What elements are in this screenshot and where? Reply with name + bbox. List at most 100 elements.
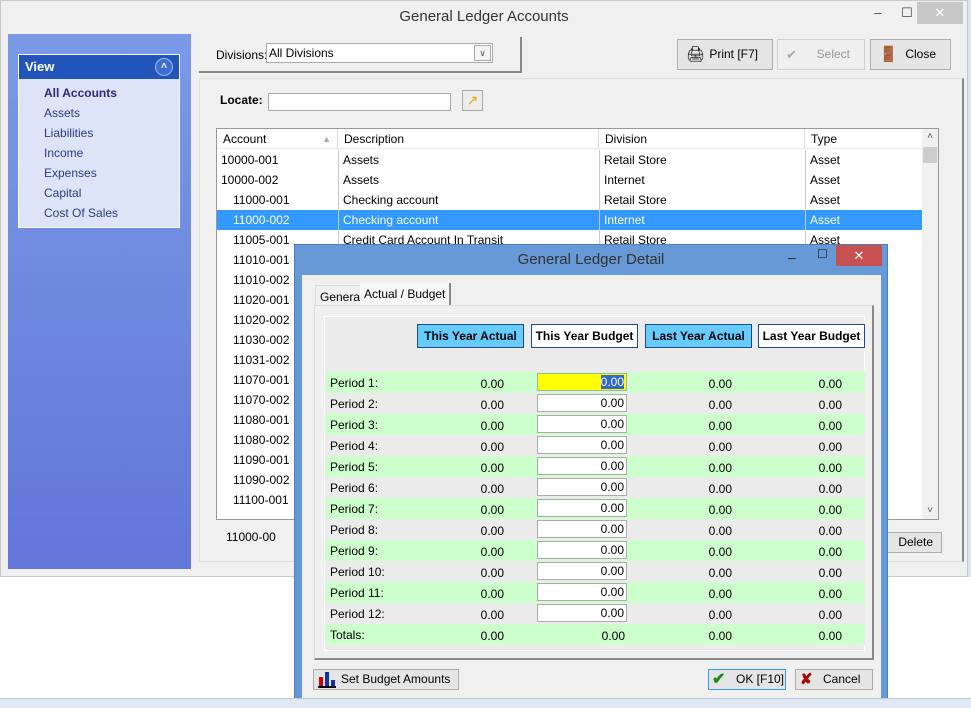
- this-year-actual-value: 0.00: [480, 545, 504, 559]
- this-year-budget-input[interactable]: 0.00: [537, 436, 627, 454]
- this-year-actual-value: 0.00: [480, 377, 504, 391]
- dialog-minimize-button[interactable]: –: [788, 249, 796, 265]
- last-year-actual-value: 0.00: [708, 566, 732, 580]
- printer-icon: 🖨: [686, 46, 706, 63]
- last-year-budget-value: 0.00: [818, 629, 842, 643]
- cell-type: Asset: [805, 190, 923, 210]
- this-year-actual-button[interactable]: This Year Actual: [417, 324, 524, 348]
- cancel-button[interactable]: ✘ Cancel: [795, 669, 873, 690]
- period-label: Period 6:: [330, 481, 379, 495]
- this-year-actual-value: 0.00: [480, 566, 504, 580]
- collapse-icon[interactable]: ˄: [155, 58, 173, 76]
- last-year-budget-value: 0.00: [818, 461, 842, 475]
- cell-division: Internet: [599, 170, 805, 190]
- minimize-button[interactable]: –: [865, 2, 891, 24]
- close-label: Close: [905, 47, 936, 61]
- column-header-account[interactable]: Account ▲: [217, 129, 338, 149]
- sidebar-item-liabilities[interactable]: Liabilities: [19, 123, 179, 143]
- this-year-budget-input[interactable]: 0.00: [537, 562, 627, 580]
- door-icon: 🚪: [879, 46, 898, 63]
- this-year-budget-input[interactable]: 0.00: [537, 373, 627, 391]
- x-icon: ✘: [800, 671, 813, 688]
- column-header-division[interactable]: Division: [599, 129, 805, 149]
- last-year-budget-button[interactable]: Last Year Budget: [758, 324, 865, 348]
- last-year-budget-value: 0.00: [818, 545, 842, 559]
- divisions-select[interactable]: All Divisions ∨: [266, 43, 493, 63]
- period-row: Period 8: 0.00 0.00 0.00 0.00: [325, 519, 865, 540]
- period-label: Period 12:: [330, 607, 385, 621]
- scroll-thumb[interactable]: [923, 147, 937, 163]
- close-window-button[interactable]: ✕: [917, 2, 963, 24]
- this-year-budget-input[interactable]: 0.00: [537, 604, 627, 622]
- last-year-budget-value: 0.00: [818, 524, 842, 538]
- last-year-budget-value: 0.00: [818, 503, 842, 517]
- view-header[interactable]: View ˄: [19, 55, 179, 79]
- period-label: Period 8:: [330, 523, 379, 537]
- period-row: Period 7: 0.00 0.00 0.00 0.00: [325, 498, 865, 519]
- set-budget-amounts-button[interactable]: Set Budget Amounts: [313, 669, 459, 690]
- this-year-budget-button[interactable]: This Year Budget: [531, 324, 638, 348]
- print-button[interactable]: 🖨 Print [F7]: [677, 39, 773, 70]
- table-row[interactable]: 11000-002 Checking account Internet Asset: [217, 210, 923, 230]
- ok-button[interactable]: ✔ OK [F10]: [708, 669, 786, 690]
- divisions-label: Divisions:: [216, 48, 268, 62]
- close-button[interactable]: 🚪 Close: [870, 39, 951, 70]
- this-year-budget-input[interactable]: 0.00: [537, 457, 627, 475]
- locate-input[interactable]: [268, 93, 451, 111]
- scroll-down-icon[interactable]: ˅: [922, 503, 938, 519]
- this-year-actual-value: 0.00: [480, 482, 504, 496]
- last-year-actual-value: 0.00: [708, 545, 732, 559]
- dialog-body: General Actual / Budget This Year Actual…: [302, 275, 881, 700]
- column-header-label: Account: [223, 132, 267, 146]
- locate-arrow-icon[interactable]: ↗: [462, 90, 483, 111]
- delete-button[interactable]: Delete: [880, 532, 942, 553]
- last-year-budget-value: 0.00: [818, 482, 842, 496]
- tab-actual-budget[interactable]: Actual / Budget: [360, 283, 452, 305]
- period-row: Period 9: 0.00 0.00 0.00 0.00: [325, 540, 865, 561]
- last-year-actual-value: 0.00: [708, 608, 732, 622]
- last-year-actual-value: 0.00: [708, 461, 732, 475]
- dialog-maximize-button[interactable]: ☐: [817, 247, 828, 261]
- last-year-budget-value: 0.00: [818, 566, 842, 580]
- period-label: Period 10:: [330, 565, 385, 579]
- this-year-budget-input[interactable]: 0.00: [537, 520, 627, 538]
- period-row: Period 2: 0.00 0.00 0.00 0.00: [325, 393, 865, 414]
- select-button[interactable]: ✔ Select: [777, 39, 865, 70]
- sidebar-item-expenses[interactable]: Expenses: [19, 163, 179, 183]
- this-year-budget-input[interactable]: 0.00: [537, 541, 627, 559]
- table-row[interactable]: 11000-001 Checking account Retail Store Ass…: [217, 190, 923, 210]
- period-row: Period 3: 0.00 0.00 0.00 0.00: [325, 414, 865, 435]
- cell-description: Assets: [338, 170, 599, 190]
- this-year-budget-input[interactable]: 0.00: [537, 499, 627, 517]
- this-year-budget-value: 0.00: [600, 396, 624, 410]
- sidebar: View ˄ All Accounts Assets Liabilities Inco…: [8, 34, 191, 569]
- last-year-budget-value: 0.00: [818, 608, 842, 622]
- this-year-budget-input[interactable]: 0.00: [537, 583, 627, 601]
- grid-scrollbar[interactable]: ˄ ˅: [922, 129, 938, 519]
- last-year-actual-button[interactable]: Last Year Actual: [645, 324, 752, 348]
- table-row[interactable]: 10000-002 Assets Internet Asset: [217, 170, 923, 190]
- this-year-budget-input[interactable]: 0.00: [537, 415, 627, 433]
- last-year-actual-value: 0.00: [708, 398, 732, 412]
- this-year-budget-input[interactable]: 0.00: [537, 394, 627, 412]
- chevron-down-icon[interactable]: ∨: [474, 45, 491, 61]
- this-year-actual-value: 0.00: [480, 524, 504, 538]
- sidebar-item-cost-of-sales[interactable]: Cost Of Sales: [19, 203, 179, 223]
- select-label: Select: [816, 47, 850, 61]
- period-row: Period 11: 0.00 0.00 0.00 0.00: [325, 582, 865, 603]
- this-year-actual-value: 0.00: [480, 419, 504, 433]
- last-year-budget-value: 0.00: [818, 440, 842, 454]
- period-row: Period 4: 0.00 0.00 0.00 0.00: [325, 435, 865, 456]
- sidebar-item-assets[interactable]: Assets: [19, 103, 179, 123]
- last-year-actual-value: 0.00: [708, 482, 732, 496]
- scroll-up-icon[interactable]: ˄: [922, 129, 938, 145]
- table-row[interactable]: 10000-001 Assets Retail Store Asset: [217, 150, 923, 170]
- column-header-description[interactable]: Description: [338, 129, 599, 149]
- sidebar-item-capital[interactable]: Capital: [19, 183, 179, 203]
- this-year-budget-input[interactable]: 0.00: [537, 478, 627, 496]
- sidebar-item-all-accounts[interactable]: All Accounts: [19, 83, 179, 103]
- sidebar-item-income[interactable]: Income: [19, 143, 179, 163]
- dialog-close-button[interactable]: ✕: [836, 245, 882, 266]
- period-label: Period 1:: [330, 376, 379, 390]
- column-header-type[interactable]: Type: [805, 129, 923, 149]
